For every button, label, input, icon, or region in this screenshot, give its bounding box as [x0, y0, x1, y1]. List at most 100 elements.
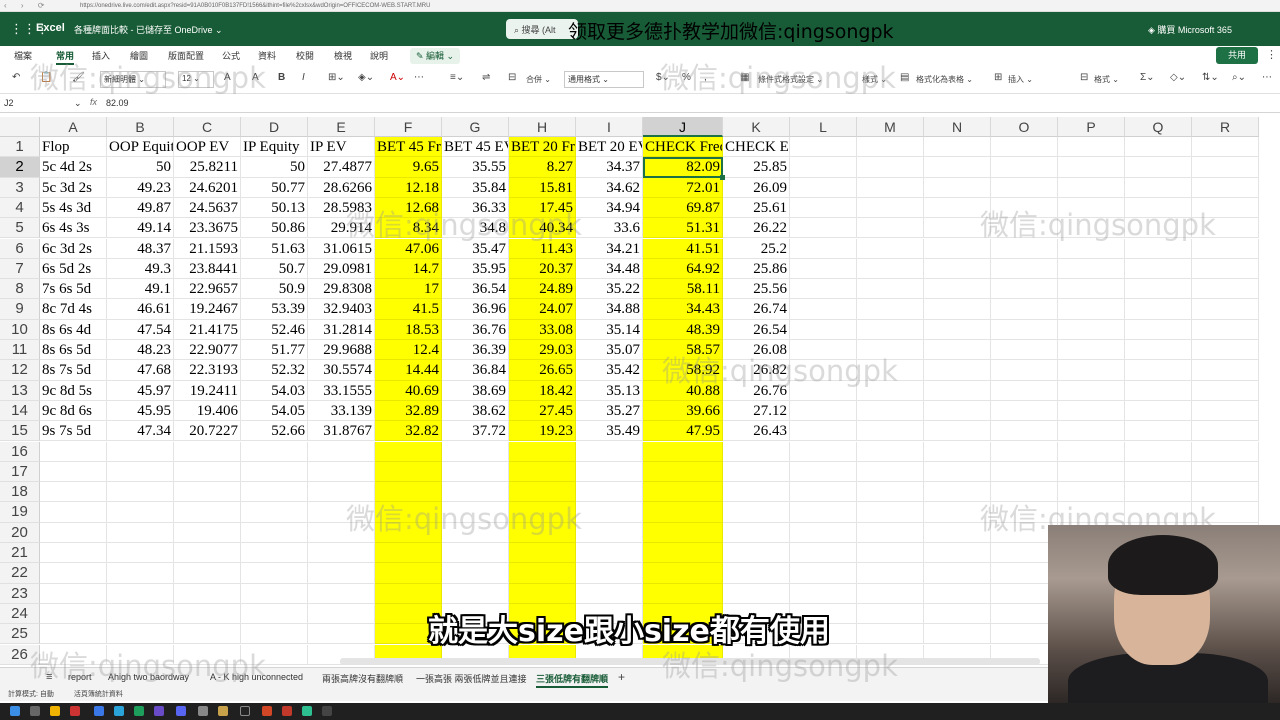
- empty-cell[interactable]: [241, 441, 308, 462]
- empty-cell[interactable]: [723, 502, 790, 523]
- data-cell[interactable]: 36.39: [442, 340, 509, 361]
- italic-icon[interactable]: I: [302, 72, 305, 83]
- tab-formulas[interactable]: 公式: [222, 49, 240, 62]
- empty-cell[interactable]: [241, 563, 308, 584]
- empty-cell[interactable]: [857, 197, 924, 219]
- empty-cell[interactable]: [509, 583, 576, 604]
- empty-cell[interactable]: [509, 543, 576, 564]
- column-header-J[interactable]: J: [643, 117, 723, 137]
- data-cell[interactable]: 12.18: [375, 177, 442, 198]
- empty-cell[interactable]: [723, 563, 790, 584]
- data-cell[interactable]: 32.9403: [308, 299, 375, 320]
- empty-cell[interactable]: [1125, 400, 1192, 422]
- data-cell[interactable]: 9c 8d 5s: [40, 380, 107, 401]
- data-cell[interactable]: 25.8211: [174, 157, 241, 178]
- taskbar-search-icon[interactable]: [30, 706, 40, 716]
- file-explorer-icon[interactable]: [50, 706, 60, 716]
- paste-icon[interactable]: 📋: [40, 72, 52, 83]
- data-cell[interactable]: 50.86: [241, 218, 308, 239]
- row-header-14[interactable]: 14: [0, 400, 40, 422]
- empty-cell[interactable]: [924, 543, 991, 564]
- empty-cell[interactable]: [924, 522, 991, 543]
- column-header-C[interactable]: C: [174, 117, 241, 137]
- column-header-F[interactable]: F: [375, 117, 442, 137]
- data-cell[interactable]: 5c 4d 2s: [40, 157, 107, 178]
- data-cell[interactable]: 36.96: [442, 299, 509, 320]
- empty-cell[interactable]: [991, 461, 1058, 483]
- empty-cell[interactable]: [442, 522, 509, 543]
- data-cell[interactable]: 51.77: [241, 340, 308, 361]
- empty-cell[interactable]: [924, 482, 991, 503]
- data-cell[interactable]: 26.54: [723, 319, 790, 340]
- format-cells-icon[interactable]: ⊟: [1080, 72, 1088, 83]
- empty-cell[interactable]: [924, 380, 991, 401]
- empty-cell[interactable]: [924, 137, 991, 158]
- empty-cell[interactable]: [241, 502, 308, 523]
- data-cell[interactable]: 14.7: [375, 258, 442, 280]
- data-cell[interactable]: 9.65: [375, 157, 442, 178]
- empty-cell[interactable]: [442, 461, 509, 483]
- clear-icon[interactable]: ◇⌄: [1170, 72, 1186, 83]
- empty-cell[interactable]: [107, 563, 174, 584]
- app-icon[interactable]: [176, 706, 186, 716]
- data-cell[interactable]: 12.68: [375, 197, 442, 219]
- row-header-9[interactable]: 9: [0, 299, 40, 320]
- empty-cell[interactable]: [241, 603, 308, 625]
- empty-cell[interactable]: [442, 583, 509, 604]
- data-cell[interactable]: 35.47: [442, 238, 509, 259]
- empty-cell[interactable]: [790, 197, 857, 219]
- empty-cell[interactable]: [1192, 258, 1259, 280]
- data-cell[interactable]: 31.2814: [308, 319, 375, 340]
- empty-cell[interactable]: [790, 340, 857, 361]
- empty-cell[interactable]: [1125, 137, 1192, 158]
- horizontal-scrollbar[interactable]: [340, 658, 1040, 665]
- data-cell[interactable]: 64.92: [643, 258, 723, 280]
- empty-cell[interactable]: [790, 482, 857, 503]
- empty-cell[interactable]: [991, 279, 1058, 300]
- empty-cell[interactable]: [576, 583, 643, 604]
- row-header-17[interactable]: 17: [0, 461, 40, 483]
- empty-cell[interactable]: [924, 197, 991, 219]
- data-cell[interactable]: 27.4877: [308, 157, 375, 178]
- empty-cell[interactable]: [576, 522, 643, 543]
- data-cell[interactable]: 40.69: [375, 380, 442, 401]
- empty-cell[interactable]: [857, 563, 924, 584]
- empty-cell[interactable]: [1192, 360, 1259, 381]
- empty-cell[interactable]: [924, 360, 991, 381]
- app-icon[interactable]: [154, 706, 164, 716]
- empty-cell[interactable]: [723, 522, 790, 543]
- data-cell[interactable]: 19.2411: [174, 380, 241, 401]
- format-table-button[interactable]: 格式化為表格 ⌄: [916, 74, 973, 85]
- empty-cell[interactable]: [308, 522, 375, 543]
- empty-cell[interactable]: [924, 563, 991, 584]
- empty-cell[interactable]: [1058, 461, 1125, 483]
- data-cell[interactable]: 25.86: [723, 258, 790, 280]
- empty-cell[interactable]: [576, 461, 643, 483]
- empty-cell[interactable]: [107, 461, 174, 483]
- app-icon[interactable]: [240, 706, 250, 716]
- app-icon[interactable]: [114, 706, 124, 716]
- browser-address-bar[interactable]: ‹ › ⟳ https://onedrive.live.com/edit.asp…: [0, 0, 1280, 12]
- row-header-8[interactable]: 8: [0, 279, 40, 300]
- empty-cell[interactable]: [1192, 319, 1259, 340]
- data-cell[interactable]: 49.23: [107, 177, 174, 198]
- data-cell[interactable]: 36.54: [442, 279, 509, 300]
- column-header-B[interactable]: B: [107, 117, 174, 137]
- empty-cell[interactable]: [1058, 177, 1125, 198]
- empty-cell[interactable]: [924, 319, 991, 340]
- app-icon[interactable]: [262, 706, 272, 716]
- data-cell[interactable]: 72.01: [643, 177, 723, 198]
- number-format-select[interactable]: 通用格式 ⌄: [564, 71, 644, 88]
- empty-cell[interactable]: [1192, 238, 1259, 259]
- data-cell[interactable]: 51.63: [241, 238, 308, 259]
- data-cell[interactable]: 40.88: [643, 380, 723, 401]
- empty-cell[interactable]: [40, 644, 107, 665]
- empty-cell[interactable]: [991, 360, 1058, 381]
- empty-cell[interactable]: [924, 583, 991, 604]
- empty-cell[interactable]: [241, 543, 308, 564]
- empty-cell[interactable]: [790, 319, 857, 340]
- data-cell[interactable]: 45.97: [107, 380, 174, 401]
- data-cell[interactable]: 20.7227: [174, 421, 241, 442]
- tab-view[interactable]: 檢視: [334, 49, 352, 62]
- data-cell[interactable]: 36.84: [442, 360, 509, 381]
